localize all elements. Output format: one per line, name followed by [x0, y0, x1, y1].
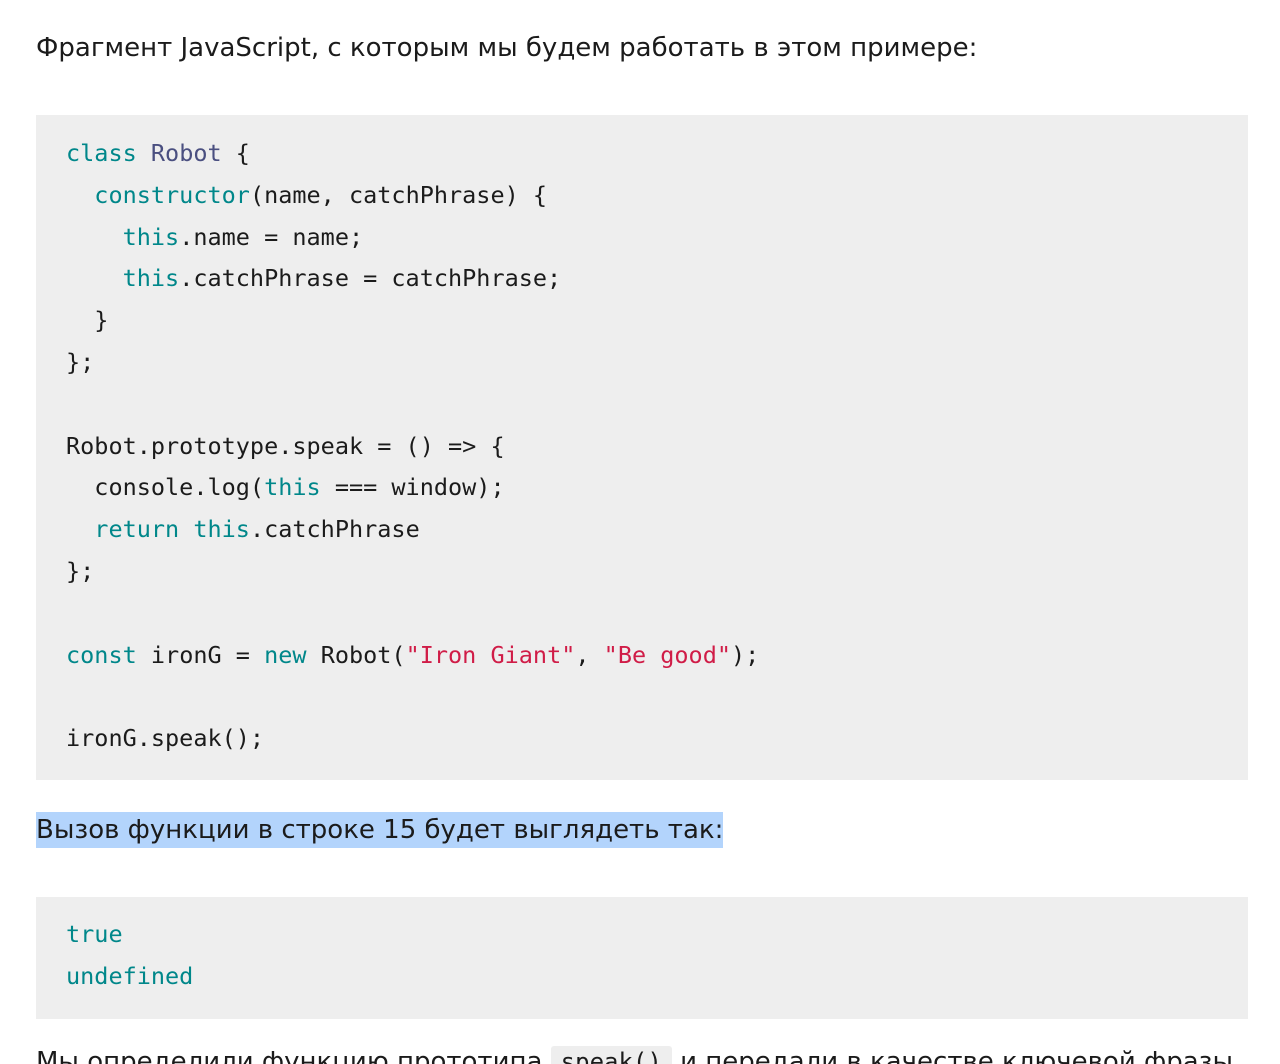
keyword-token: this — [193, 515, 250, 544]
code-token: console.log( — [66, 473, 265, 502]
code-line-1: class Robot { — [66, 139, 250, 167]
output-line-1: true — [66, 920, 123, 948]
string-token: "Iron Giant" — [405, 640, 576, 669]
code-token: === window); — [320, 473, 505, 502]
code-line-3: this.name = name; — [66, 222, 364, 251]
code-token: (name, catchPhrase) { — [249, 180, 548, 209]
code-token: ); — [731, 640, 760, 669]
code-token: .catchPhrase — [249, 515, 420, 544]
intro-paragraph: Фрагмент JavaScript, с которым мы будем … — [36, 33, 978, 63]
code-line-9: return this.catchPhrase — [66, 515, 420, 544]
selected-caption-paragraph[interactable]: Вызов функции в строке 15 будет выглядет… — [36, 812, 724, 848]
code-line-10: }; — [66, 556, 95, 585]
code-token: , — [575, 640, 604, 669]
code-block-output: true undefined — [36, 897, 1248, 1019]
code-line-5: } — [66, 306, 109, 335]
code-line-8: console.log(this === window); — [66, 473, 505, 502]
code-text: class Robot { constructor(name, catchPhr… — [66, 133, 1248, 760]
paragraph-text: Мы определили функцию прототипа — [36, 1047, 551, 1064]
keyword-token: this — [122, 264, 180, 293]
keyword-token: this — [264, 473, 321, 502]
inline-code-speak: speak() — [550, 1046, 672, 1064]
code-token: .name = name; — [179, 222, 364, 251]
string-token: "Be good" — [603, 640, 732, 669]
code-line-2: constructor(name, catchPhrase) { — [66, 181, 547, 209]
code-token: .catchPhrase = catchPhrase; — [179, 264, 562, 293]
code-line-6: }; — [66, 347, 95, 376]
code-line-4: this.catchPhrase = catchPhrase; — [66, 264, 562, 293]
output-text: true undefined — [66, 914, 1248, 998]
code-line-7: Robot.prototype.speak = () => { — [66, 431, 505, 460]
code-token: Robot( — [306, 640, 406, 669]
paragraph-text: и передали в качестве ключевой фразы — [671, 1047, 1234, 1064]
bottom-paragraph: Мы определили функцию прототипа speak() … — [36, 1044, 1233, 1064]
keyword-token: new — [264, 640, 307, 669]
output-line-2: undefined — [66, 961, 194, 990]
keyword-token: class — [66, 139, 137, 167]
code-token: { — [221, 139, 250, 167]
code-block-robot: class Robot { constructor(name, catchPhr… — [36, 115, 1248, 780]
keyword-token: const — [66, 640, 137, 669]
keyword-token: return — [94, 515, 180, 544]
keyword-token: this — [122, 222, 180, 251]
class-name-token: Robot — [150, 139, 222, 167]
code-token: ironG = — [136, 640, 265, 669]
keyword-token: constructor — [94, 180, 250, 209]
code-line-12: ironG.speak(); — [66, 724, 265, 753]
code-line-11: const ironG = new Robot("Iron Giant", "B… — [66, 641, 759, 669]
